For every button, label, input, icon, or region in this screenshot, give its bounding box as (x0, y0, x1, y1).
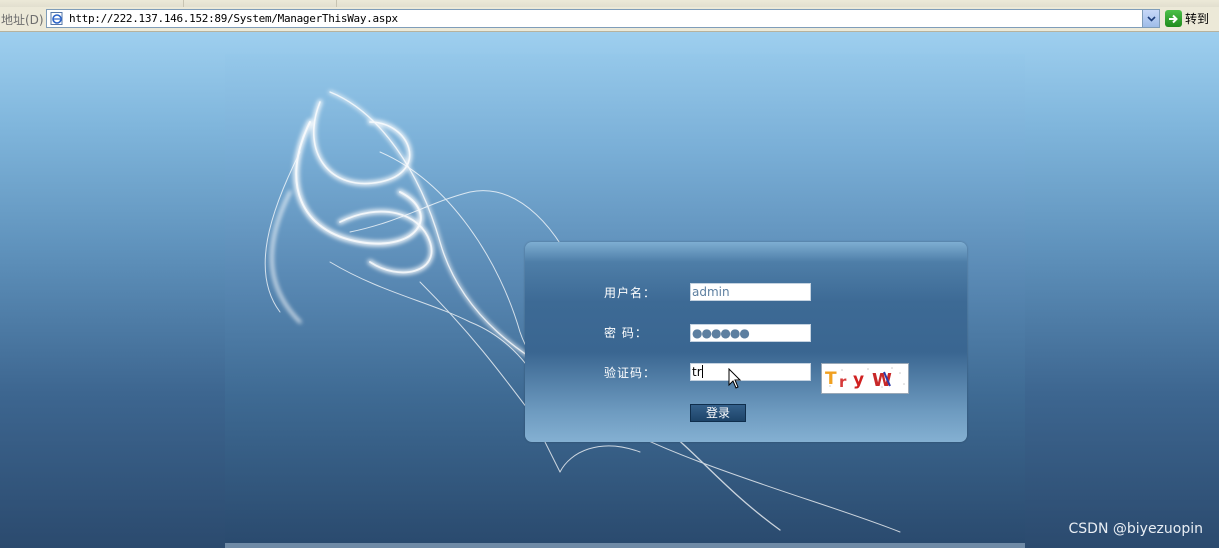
go-label: 转到 (1185, 12, 1210, 26)
username-label: 用户名： (604, 286, 657, 300)
password-input[interactable]: ●●●●●● (690, 324, 811, 342)
mouse-pointer-icon (728, 368, 742, 389)
url-input[interactable]: http://222.137.146.152:89/System/Manager… (46, 9, 1160, 28)
svg-text:y: y (853, 370, 864, 390)
svg-text:r: r (839, 373, 847, 391)
url-dropdown-button[interactable] (1142, 10, 1159, 27)
captcha-input[interactable]: tr (690, 363, 811, 381)
captcha-label: 验证码： (604, 366, 657, 380)
svg-text:T: T (825, 369, 837, 389)
strip-separator (183, 0, 184, 7)
captcha-input-text: tr (692, 365, 702, 379)
panel-bottom-border (225, 543, 1025, 548)
go-arrow-icon (1165, 10, 1182, 27)
page-background: 用户名： admin 密 码： ●●●●●● 验证码： tr T r y W 登… (0, 32, 1219, 548)
chevron-down-icon (1146, 15, 1156, 22)
login-panel: 用户名： admin 密 码： ●●●●●● 验证码： tr T r y W 登… (525, 242, 967, 442)
text-caret (701, 365, 703, 378)
svg-text:W: W (872, 370, 892, 391)
password-label: 密 码： (604, 326, 648, 340)
address-bar: 地址(D) http://222.137.146.152:89/System/M… (0, 7, 1219, 32)
captcha-image[interactable]: T r y W (821, 363, 909, 394)
csdn-watermark: CSDN @biyezuopin (1068, 521, 1203, 537)
captcha-text-graphic: T r y W (825, 367, 905, 391)
go-button[interactable]: 转到 (1165, 9, 1209, 28)
username-input[interactable]: admin (690, 283, 811, 301)
address-label: 地址(D) (1, 13, 44, 27)
url-text: http://222.137.146.152:89/System/Manager… (69, 12, 398, 25)
strip-separator (336, 0, 337, 7)
ie-page-icon (50, 12, 63, 25)
login-button[interactable]: 登录 (690, 404, 746, 422)
